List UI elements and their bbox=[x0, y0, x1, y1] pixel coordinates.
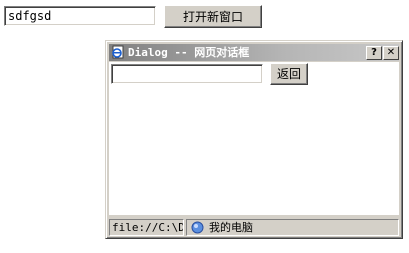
dialog-text-input[interactable] bbox=[111, 64, 263, 84]
ie-page-icon bbox=[112, 45, 124, 59]
my-computer-icon bbox=[191, 221, 204, 234]
web-dialog-window: Dialog -- 网页对话框 ? ✕ 返回 file://C:\Do 我的电脑 bbox=[105, 40, 403, 239]
status-zone-label: 我的电脑 bbox=[209, 221, 253, 234]
dialog-content: 返回 bbox=[109, 62, 399, 215]
text-input[interactable] bbox=[4, 6, 156, 26]
status-url: file://C:\Do bbox=[109, 219, 184, 236]
status-zone: 我的电脑 bbox=[186, 219, 399, 236]
close-button[interactable]: ✕ bbox=[383, 46, 399, 60]
dialog-titlebar[interactable]: Dialog -- 网页对话框 ? ✕ bbox=[109, 44, 399, 61]
dialog-title: Dialog -- 网页对话框 bbox=[128, 46, 250, 59]
open-new-window-button[interactable]: 打开新窗口 bbox=[164, 5, 262, 28]
help-button[interactable]: ? bbox=[366, 46, 382, 60]
back-button[interactable]: 返回 bbox=[270, 63, 308, 85]
status-bar: file://C:\Do 我的电脑 bbox=[109, 218, 399, 236]
